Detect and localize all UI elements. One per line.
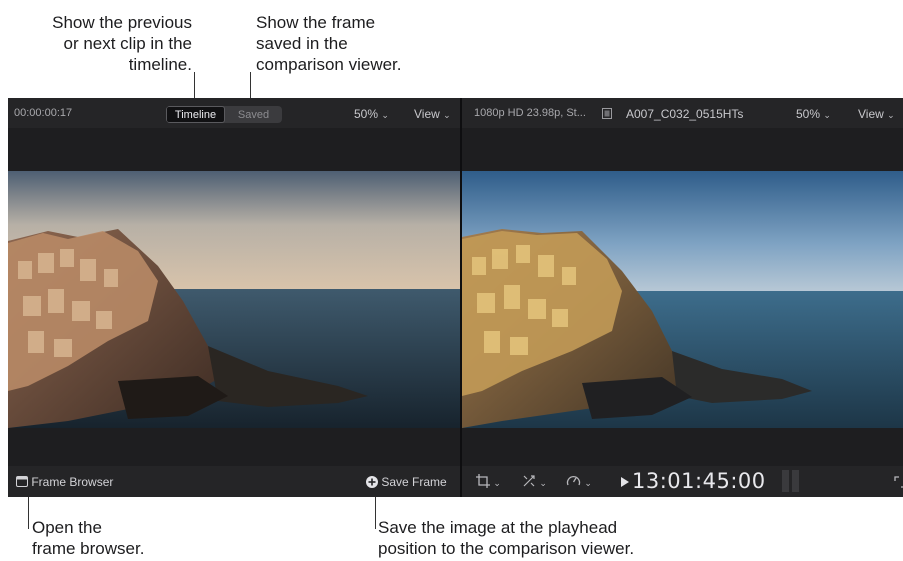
comparison-viewer-topbar: 00:00:00:17 Timeline Saved 50% ⌄ View ⌄ bbox=[8, 98, 460, 128]
main-viewer-topbar: 1080p HD 23.98p, St... A007_C032_0515HTs… bbox=[462, 98, 903, 128]
comparison-viewer-pane: 00:00:00:17 Timeline Saved 50% ⌄ View ⌄ bbox=[8, 98, 462, 497]
retime-icon bbox=[566, 475, 581, 486]
transform-menu[interactable]: ⌄ bbox=[522, 474, 547, 489]
callout-open-frame-browser: Open the frame browser. bbox=[32, 518, 145, 558]
landscape-image bbox=[462, 171, 903, 428]
callout-save-image: Save the image at the playhead position … bbox=[378, 518, 635, 558]
crop-icon bbox=[476, 474, 490, 488]
fullscreen-icon[interactable] bbox=[894, 476, 903, 488]
callout-leader-timeline bbox=[194, 72, 195, 98]
crop-menu[interactable]: ⌄ bbox=[476, 474, 501, 489]
save-frame-button[interactable]: Save Frame bbox=[366, 475, 447, 489]
play-icon[interactable] bbox=[620, 476, 630, 488]
callout-previous-next-clip: Show the previous or next clip in the ti… bbox=[52, 13, 192, 74]
format-label: 1080p HD 23.98p, St... bbox=[474, 107, 586, 119]
zoom-value: 50% bbox=[354, 107, 379, 121]
chevron-down-icon: ⌄ bbox=[493, 478, 501, 488]
frame-browser-icon bbox=[16, 476, 28, 487]
chevron-down-icon: ⌄ bbox=[823, 110, 831, 120]
chevron-down-icon: ⌄ bbox=[539, 478, 547, 488]
audio-meter-left bbox=[782, 470, 789, 492]
view-label: View bbox=[414, 107, 440, 121]
comparison-viewer-bottombar: Frame Browser Save Frame bbox=[8, 466, 460, 497]
comparison-timecode: 00:00:00:17 bbox=[14, 107, 73, 119]
view-menu[interactable]: View ⌄ bbox=[414, 107, 451, 121]
view-menu[interactable]: View ⌄ bbox=[858, 107, 895, 121]
zoom-menu[interactable]: 50% ⌄ bbox=[354, 107, 389, 121]
zoom-value: 50% bbox=[796, 107, 821, 121]
timeline-segment-button[interactable]: Timeline bbox=[166, 106, 225, 123]
callout-leader-save-frame bbox=[375, 497, 376, 529]
chevron-down-icon: ⌄ bbox=[887, 110, 895, 120]
main-viewer-pane: 1080p HD 23.98p, St... A007_C032_0515HTs… bbox=[462, 98, 903, 497]
chevron-down-icon: ⌄ bbox=[443, 110, 451, 120]
viewer-image bbox=[462, 171, 903, 428]
retime-menu[interactable]: ⌄ bbox=[566, 474, 592, 489]
transform-icon bbox=[523, 475, 535, 487]
frame-browser-label: Frame Browser bbox=[31, 475, 114, 489]
landscape-image bbox=[8, 171, 460, 428]
chevron-down-icon: ⌄ bbox=[381, 110, 389, 120]
saved-frame-image bbox=[8, 171, 460, 428]
playhead-timecode: 13:01:45:00 bbox=[632, 469, 766, 493]
film-icon bbox=[602, 108, 612, 119]
view-label: View bbox=[858, 107, 884, 121]
saved-segment-button[interactable]: Saved bbox=[225, 106, 282, 123]
clip-name: A007_C032_0515HTs bbox=[626, 107, 744, 121]
zoom-menu[interactable]: 50% ⌄ bbox=[796, 107, 831, 121]
plus-circle-icon bbox=[366, 476, 378, 488]
save-frame-label: Save Frame bbox=[381, 475, 447, 489]
callout-leader-saved bbox=[250, 72, 251, 98]
timeline-saved-segmented-control[interactable]: Timeline Saved bbox=[166, 106, 282, 123]
comparison-viewer-app: 00:00:00:17 Timeline Saved 50% ⌄ View ⌄ bbox=[8, 98, 903, 497]
callout-saved-frame: Show the frame saved in the comparison v… bbox=[256, 13, 402, 74]
frame-browser-button[interactable]: Frame Browser bbox=[16, 475, 113, 489]
callout-leader-frame-browser bbox=[28, 497, 29, 529]
audio-meter-right bbox=[792, 470, 799, 492]
main-viewer-bottombar: ⌄ ⌄ ⌄ 13:01:45:00 bbox=[462, 466, 903, 497]
chevron-down-icon: ⌄ bbox=[584, 478, 592, 488]
